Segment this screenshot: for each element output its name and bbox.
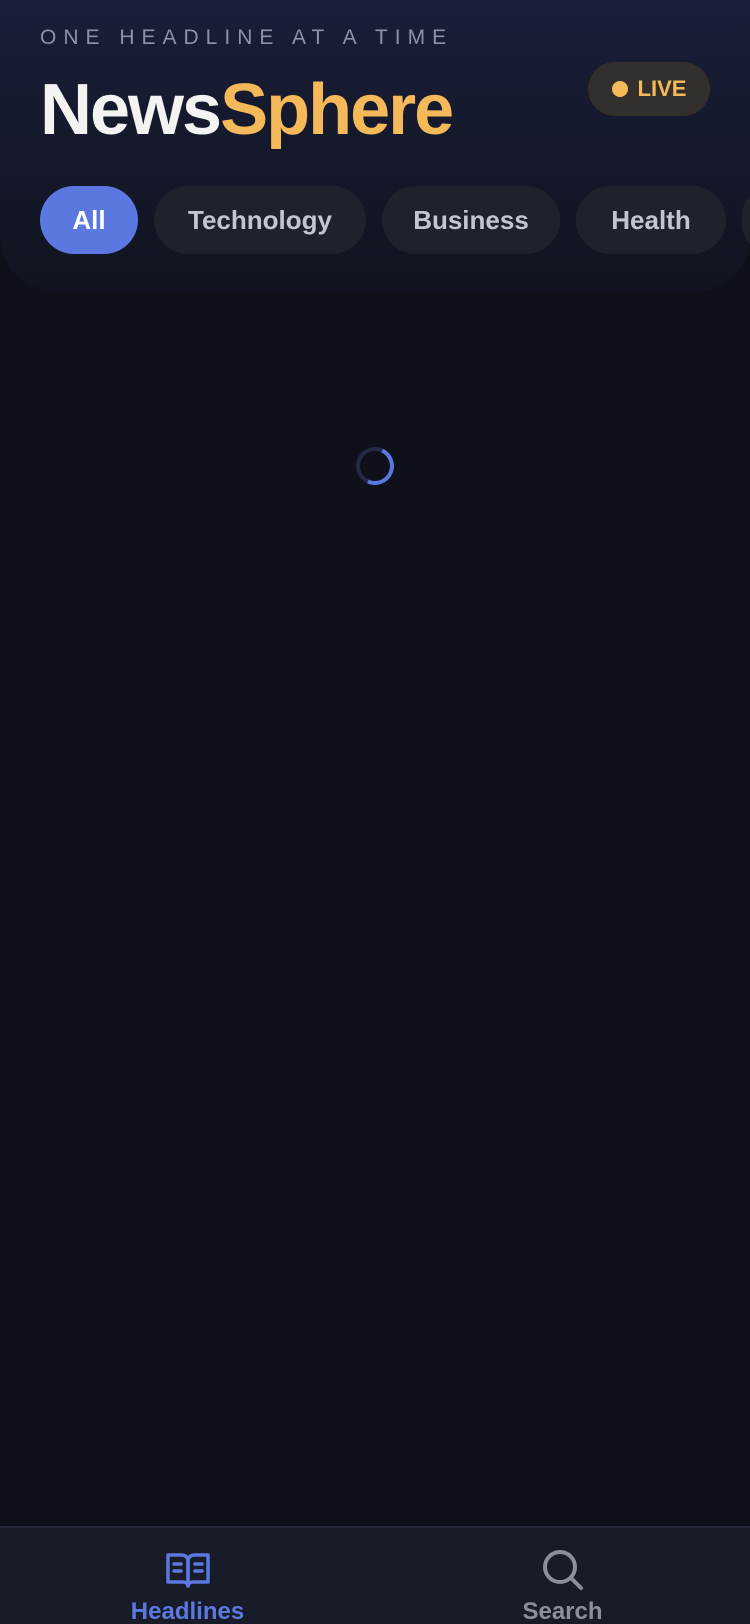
bottom-nav: Headlines Search xyxy=(0,1526,750,1624)
category-chip-label: Business xyxy=(413,204,529,235)
loading-spinner xyxy=(350,441,400,491)
category-chip-technology[interactable]: Technology xyxy=(154,186,366,254)
nav-item-search[interactable]: Search xyxy=(375,1528,750,1624)
open-book-icon xyxy=(165,1553,210,1588)
nav-label-search: Search xyxy=(522,1598,603,1624)
nav-label-headlines: Headlines xyxy=(130,1598,245,1624)
category-chip-business[interactable]: Business xyxy=(382,186,560,254)
app-title: NewsSphere xyxy=(40,66,454,154)
category-chip-label: Technology xyxy=(188,204,332,235)
app-title-part2: Sphere xyxy=(220,70,454,150)
category-chip-health[interactable]: Health xyxy=(576,186,726,254)
category-chip-label: Health xyxy=(611,204,691,235)
header: ONE HEADLINE AT A TIME NewsSphere LIVE A… xyxy=(0,0,750,292)
live-label: LIVE xyxy=(637,76,687,101)
nav-item-headlines[interactable]: Headlines xyxy=(0,1528,375,1624)
search-icon xyxy=(542,1550,583,1590)
category-chip-label: All xyxy=(72,204,106,235)
live-dot-icon xyxy=(611,81,628,97)
category-chips: All Technology Business Health xyxy=(40,186,750,254)
tagline: ONE HEADLINE AT A TIME xyxy=(40,26,454,49)
category-chip-all[interactable]: All xyxy=(40,186,138,254)
live-badge: LIVE xyxy=(588,62,710,116)
app-root: ONE HEADLINE AT A TIME NewsSphere LIVE A… xyxy=(0,0,750,1624)
category-chip-more[interactable] xyxy=(742,186,750,254)
app-title-part1: News xyxy=(40,70,222,150)
